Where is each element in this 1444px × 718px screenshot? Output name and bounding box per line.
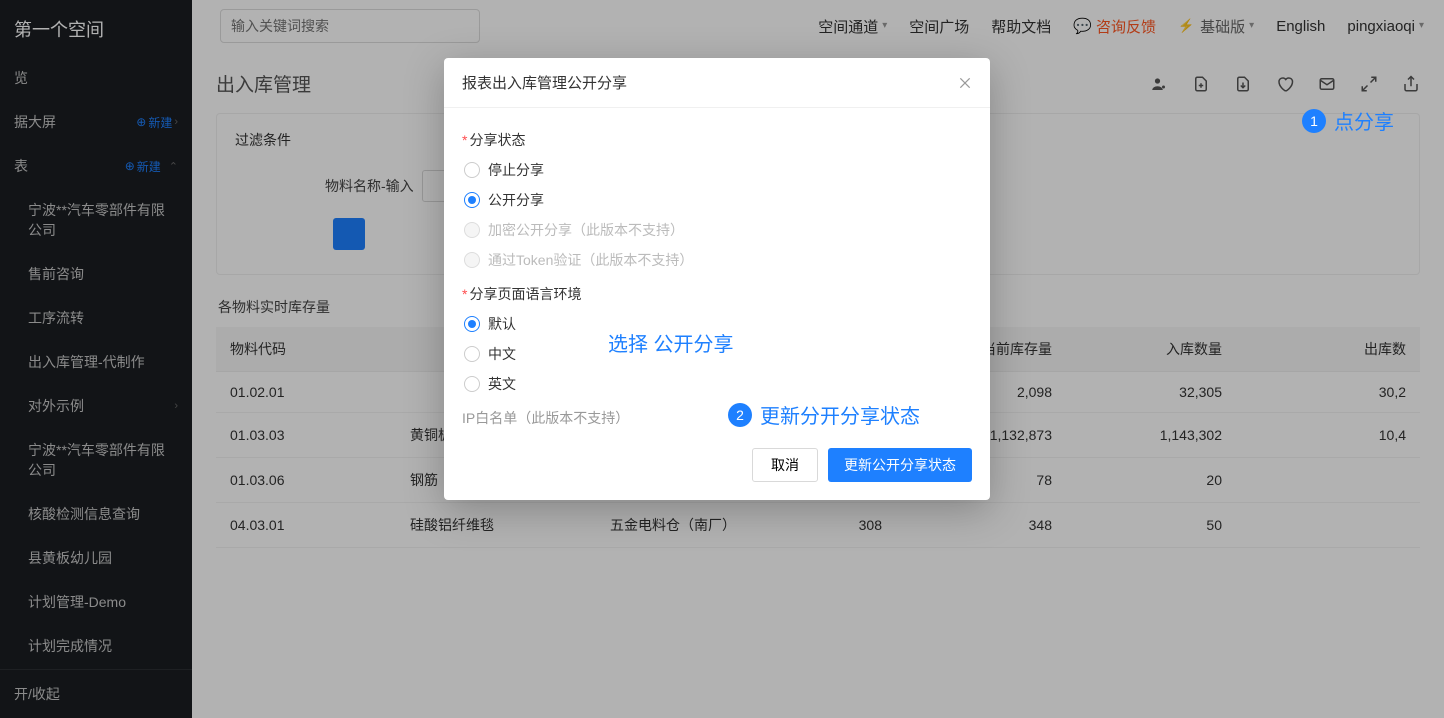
share-modal: 报表出入库管理公开分享 *分享状态 停止分享 公开分享 加密公开分享（此版本不支… bbox=[444, 58, 990, 500]
annotation-step2: 2 更新分开分享状态 bbox=[728, 400, 920, 429]
share-status-label: *分享状态 bbox=[462, 130, 972, 150]
modal-title: 报表出入库管理公开分享 bbox=[462, 72, 627, 93]
radio-lang-en[interactable]: 英文 bbox=[464, 374, 972, 394]
radio-icon bbox=[464, 316, 480, 332]
annotation-step1-text: 点分享 bbox=[1334, 106, 1394, 135]
step-badge-2: 2 bbox=[728, 403, 752, 427]
radio-icon bbox=[464, 192, 480, 208]
radio-icon bbox=[464, 252, 480, 268]
radio-token-share: 通过Token验证（此版本不支持） bbox=[464, 250, 972, 270]
annotation-choose: 选择 公开分享 bbox=[608, 328, 734, 357]
close-icon bbox=[958, 76, 972, 90]
radio-icon bbox=[464, 346, 480, 362]
annotation-step2-text: 更新分开分享状态 bbox=[760, 400, 920, 429]
modal-header: 报表出入库管理公开分享 bbox=[444, 58, 990, 108]
radio-stop-share[interactable]: 停止分享 bbox=[464, 160, 972, 180]
lang-env-label: *分享页面语言环境 bbox=[462, 284, 972, 304]
step-badge-1: 1 bbox=[1302, 109, 1326, 133]
radio-encrypted-share: 加密公开分享（此版本不支持） bbox=[464, 220, 972, 240]
radio-icon bbox=[464, 162, 480, 178]
radio-public-share[interactable]: 公开分享 bbox=[464, 190, 972, 210]
share-status-group: 停止分享 公开分享 加密公开分享（此版本不支持） 通过Token验证（此版本不支… bbox=[462, 160, 972, 270]
cancel-button[interactable]: 取消 bbox=[752, 448, 818, 482]
annotation-step1: 1 点分享 bbox=[1302, 106, 1394, 135]
radio-icon bbox=[464, 376, 480, 392]
modal-close-button[interactable] bbox=[958, 76, 972, 90]
update-share-status-button[interactable]: 更新公开分享状态 bbox=[828, 448, 972, 482]
modal-footer: 取消 更新公开分享状态 bbox=[444, 436, 990, 500]
radio-icon bbox=[464, 222, 480, 238]
